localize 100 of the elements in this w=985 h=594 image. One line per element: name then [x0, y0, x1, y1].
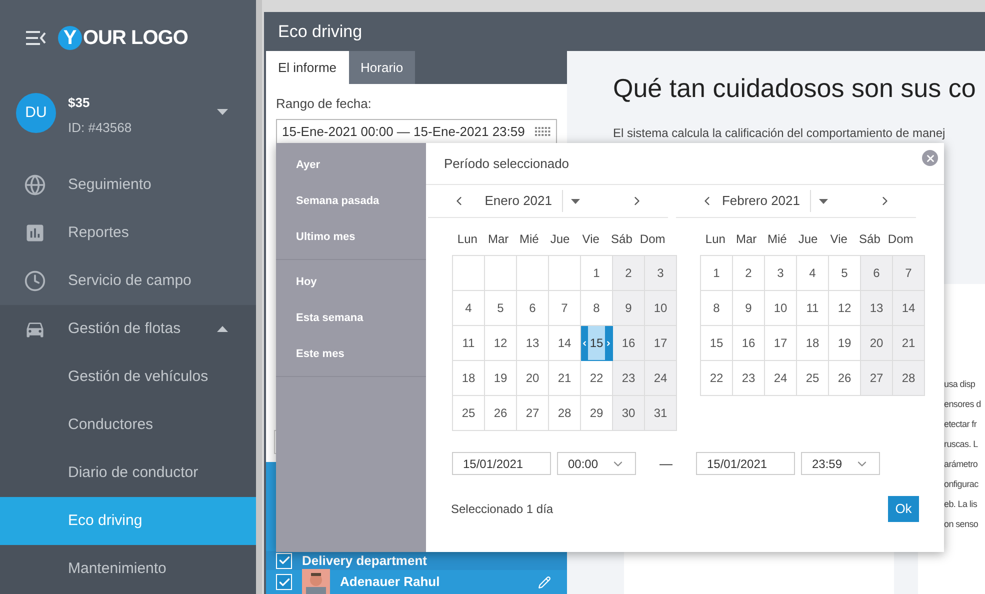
weekday-label: Sáb	[858, 231, 882, 248]
day-cell[interactable]: 11	[797, 291, 829, 326]
menu-icon[interactable]	[26, 31, 46, 45]
time-select[interactable]: 23:59	[801, 452, 880, 475]
day-cell[interactable]: 14	[893, 291, 925, 326]
day-cell[interactable]: 2	[613, 256, 645, 291]
day-cell[interactable]: 28	[893, 361, 925, 396]
day-cell[interactable]: 26	[829, 361, 861, 396]
day-cell[interactable]: 4	[797, 256, 829, 291]
weekday-label: Lun	[456, 231, 478, 248]
caret-icon	[217, 326, 228, 332]
card-text: usa disp	[944, 378, 976, 391]
day-cell[interactable]: 23	[733, 361, 765, 396]
day-cell[interactable]: 18	[453, 361, 485, 396]
day-cell[interactable]: 20	[517, 361, 549, 396]
day-cell[interactable]: 14	[549, 326, 581, 361]
day-cell[interactable]: 17	[765, 326, 797, 361]
day-cell[interactable]: 13	[861, 291, 893, 326]
day-cell[interactable]: 29	[581, 396, 613, 431]
day-cell[interactable]: 25	[797, 361, 829, 396]
sidebar-item[interactable]: Gestión de vehículos	[0, 353, 256, 401]
day-cell[interactable]: 28	[549, 396, 581, 431]
caret-icon[interactable]	[571, 198, 580, 204]
weekday-label: Mar	[734, 231, 758, 248]
sidebar-item[interactable]: Diario de conductor	[0, 449, 256, 497]
sidebar-item[interactable]: Conductores	[0, 401, 256, 449]
day-cell[interactable]: 5	[829, 256, 861, 291]
sidebar-item[interactable]: Mantenimiento	[0, 545, 256, 593]
day-cell[interactable]: 12	[485, 326, 517, 361]
caret-icon[interactable]	[217, 109, 228, 115]
day-cell[interactable]: 6	[517, 291, 549, 326]
weekday-label: Mar	[486, 231, 510, 248]
day-cell[interactable]: 2	[733, 256, 765, 291]
day-cell[interactable]: 17	[645, 326, 677, 361]
day-cell[interactable]: 27	[517, 396, 549, 431]
tab[interactable]: Horario	[348, 51, 416, 84]
checkbox[interactable]	[276, 574, 292, 590]
sidebar-item[interactable]: Seguimiento	[0, 161, 256, 209]
day-cell[interactable]: 15	[701, 326, 733, 361]
day-cell[interactable]: 3	[765, 256, 797, 291]
day-cell[interactable]: 6	[861, 256, 893, 291]
day-cell[interactable]: 18	[797, 326, 829, 361]
sidebar-item[interactable]: Reportes	[0, 209, 256, 257]
day-cell[interactable]: 25	[453, 396, 485, 431]
weekday-label: Jue	[549, 231, 571, 248]
caret-icon[interactable]	[819, 198, 828, 204]
day-cell[interactable]: 11	[453, 326, 485, 361]
day-cell[interactable]: 16	[733, 326, 765, 361]
sidebar-item[interactable]: Gestión de flotas	[0, 305, 256, 353]
card-text: on senso	[944, 518, 980, 531]
day-cell[interactable]: 24	[645, 361, 677, 396]
range-handle[interactable]	[605, 326, 612, 360]
day-cell[interactable]: 22	[581, 361, 613, 396]
page-heading: Qué tan cuidadosos son sus co	[613, 72, 977, 105]
checkbox[interactable]	[276, 552, 292, 568]
day-cell[interactable]: 24	[765, 361, 797, 396]
tab[interactable]: El informe	[266, 51, 349, 84]
day-cell[interactable]: 21	[893, 326, 925, 361]
day-cell[interactable]: 12	[829, 291, 861, 326]
intro-line: El sistema calcula la calificación del comportamiento de manej	[613, 125, 946, 142]
sidebar-item[interactable]: Servicio de campo	[0, 257, 256, 305]
edit-icon[interactable]	[538, 576, 551, 588]
day-cell[interactable]: 10	[645, 291, 677, 326]
day-cell[interactable]: 26	[485, 396, 517, 431]
day-cell[interactable]: 30	[613, 396, 645, 431]
day-cell[interactable]: 15	[581, 326, 613, 361]
day-cell[interactable]: 23	[613, 361, 645, 396]
day-cell[interactable]: 16	[613, 326, 645, 361]
day-cell[interactable]: 9	[733, 291, 765, 326]
day-cell[interactable]: 7	[893, 256, 925, 291]
close-button[interactable]	[922, 150, 938, 166]
day-cell[interactable]: 22	[701, 361, 733, 396]
time-select[interactable]: 00:00	[557, 452, 636, 475]
day-cell[interactable]: 21	[549, 361, 581, 396]
day-cell[interactable]: 9	[613, 291, 645, 326]
date-field[interactable]: 15/01/2021	[452, 452, 551, 475]
ok-button[interactable]: Ok	[888, 496, 919, 522]
day-cell[interactable]: 20	[861, 326, 893, 361]
day-cell[interactable]: 27	[861, 361, 893, 396]
day-cell[interactable]: 8	[701, 291, 733, 326]
range-handle[interactable]	[581, 326, 588, 360]
user-id: ID: #43568	[68, 118, 133, 136]
day-cell[interactable]: 4	[453, 291, 485, 326]
day-cell[interactable]: 19	[829, 326, 861, 361]
day-cell[interactable]: 31	[645, 396, 677, 431]
day-cell[interactable]: 13	[517, 326, 549, 361]
chart-icon	[24, 222, 46, 244]
month-title: Febrero 2021	[720, 192, 801, 210]
globe-icon	[24, 174, 46, 196]
day-cell[interactable]: 5	[485, 291, 517, 326]
date-field[interactable]: 15/01/2021	[696, 452, 795, 475]
day-cell[interactable]: 10	[765, 291, 797, 326]
day-cell[interactable]: 8	[581, 291, 613, 326]
day-cell[interactable]: 19	[485, 361, 517, 396]
list-row[interactable]: Delivery department	[266, 551, 567, 570]
day-cell[interactable]: 7	[549, 291, 581, 326]
day-cell[interactable]: 1	[701, 256, 733, 291]
day-cell[interactable]: 3	[645, 256, 677, 291]
weekday-label: Mié	[518, 231, 540, 248]
day-cell[interactable]: 1	[581, 256, 613, 291]
